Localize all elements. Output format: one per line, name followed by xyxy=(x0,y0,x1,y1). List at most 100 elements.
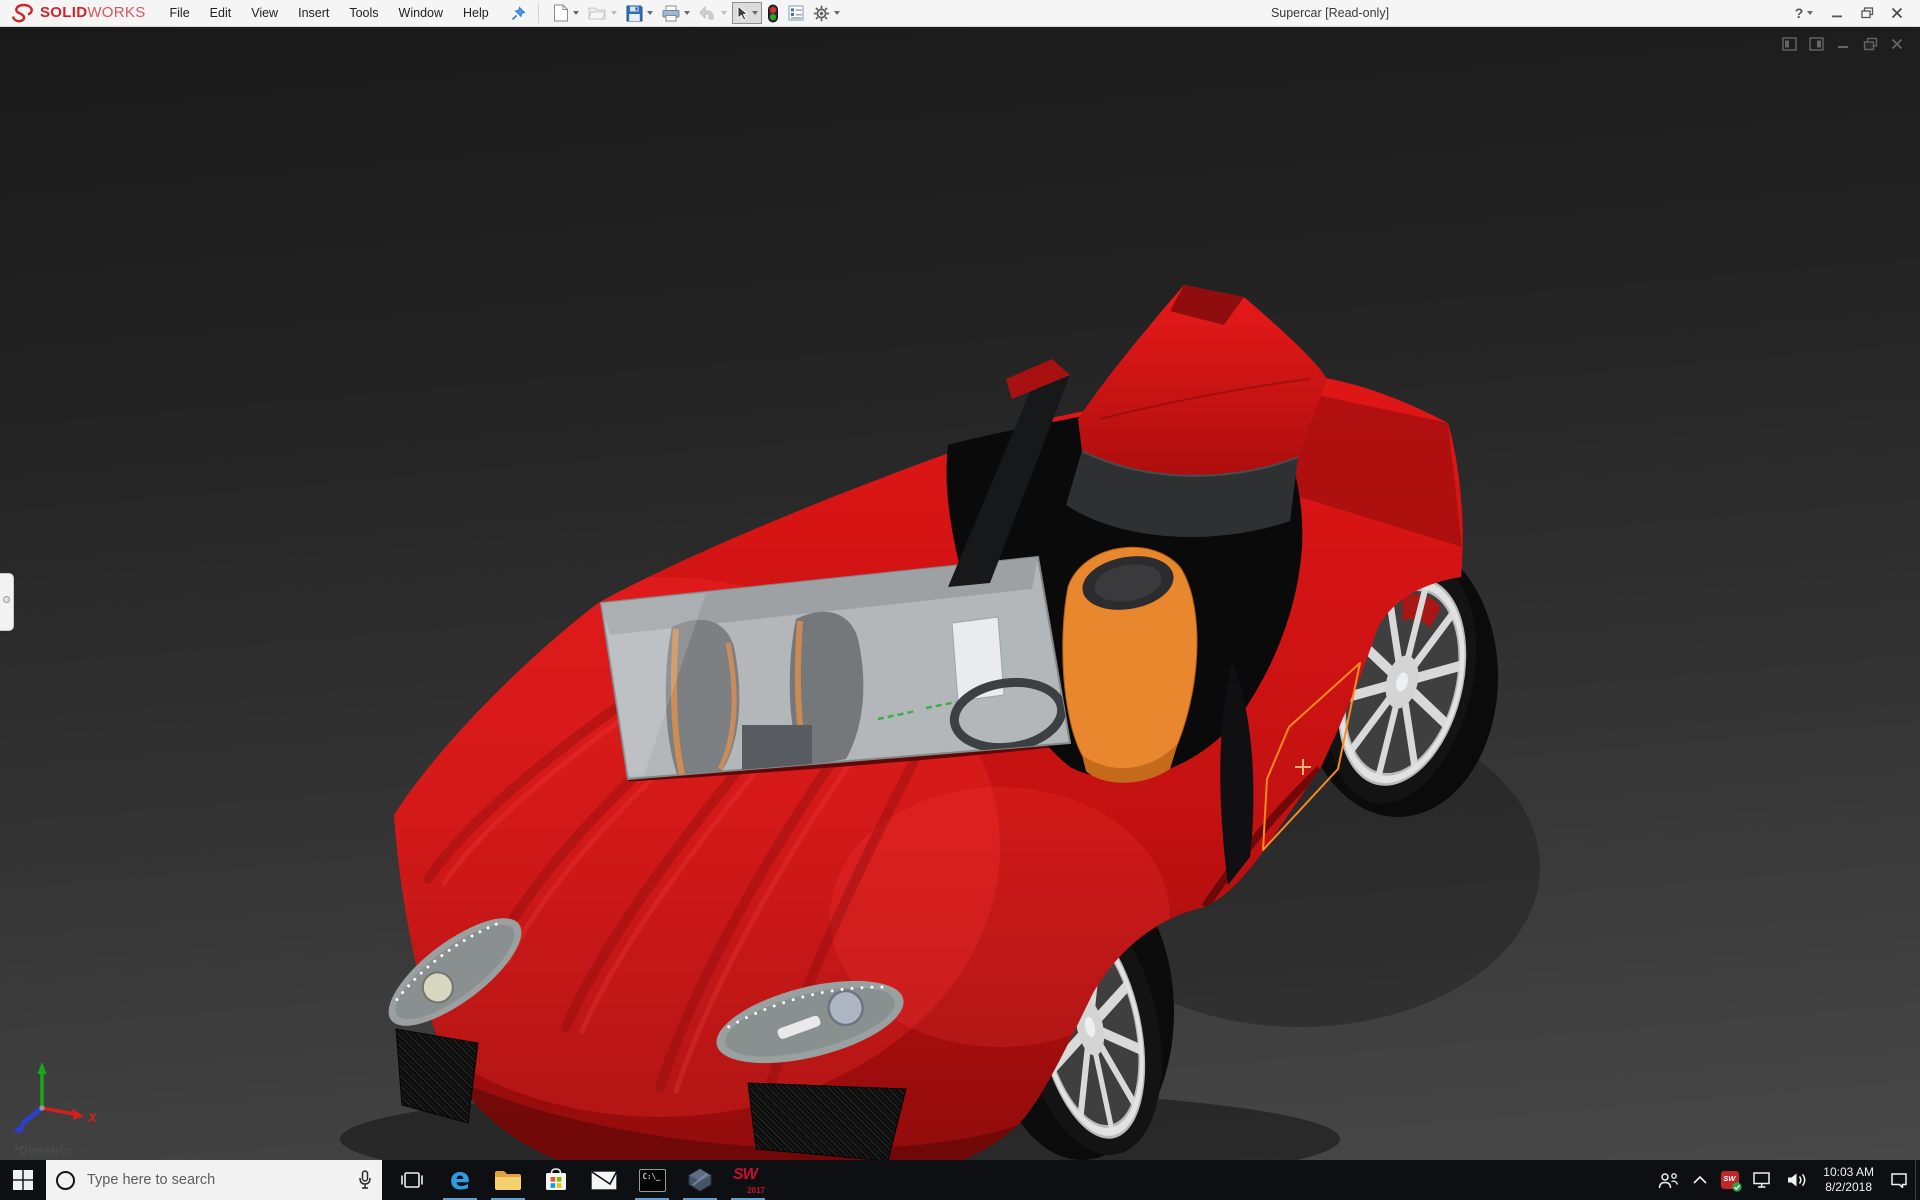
network-button[interactable] xyxy=(1746,1160,1780,1200)
restore-button[interactable] xyxy=(1852,1,1882,25)
cortana-icon[interactable] xyxy=(56,1171,75,1190)
solidworks-tray-icon: SW xyxy=(1721,1171,1739,1189)
grille-left xyxy=(396,1029,478,1123)
menu-strip: File Edit View Insert Tools Window Help xyxy=(160,1,499,25)
menu-view[interactable]: View xyxy=(241,1,288,25)
options-dropdown-caret[interactable] xyxy=(834,11,840,15)
help-dropdown-caret[interactable] xyxy=(1807,11,1813,15)
edge-icon: e xyxy=(450,1167,470,1193)
pane-right-button[interactable] xyxy=(1807,35,1825,53)
minimize-button[interactable] xyxy=(1822,1,1852,25)
action-center-button[interactable] xyxy=(1883,1160,1915,1200)
save-button[interactable] xyxy=(622,2,657,25)
taskbar-command-prompt[interactable]: C:\_ xyxy=(628,1160,676,1200)
menu-file[interactable]: File xyxy=(160,1,200,25)
taskbar-file-explorer[interactable] xyxy=(484,1160,532,1200)
pane-left-button[interactable] xyxy=(1780,35,1798,53)
tray-time: 10:03 AM xyxy=(1823,1165,1874,1180)
help-button[interactable]: ? xyxy=(1786,5,1822,21)
taskbar-solidworks[interactable]: SW 2017 xyxy=(724,1160,772,1200)
car-body[interactable] xyxy=(320,285,1463,1160)
pushpin-icon xyxy=(511,6,526,21)
menu-window[interactable]: Window xyxy=(389,1,453,25)
new-dropdown-caret[interactable] xyxy=(573,11,579,15)
taskbar-apps: e xyxy=(388,1160,772,1200)
search-input[interactable] xyxy=(85,1171,348,1189)
view-orientation-label: *Dimetric xyxy=(14,1143,71,1158)
open-document-button[interactable] xyxy=(584,2,621,24)
undo-icon xyxy=(699,6,717,21)
mail-icon xyxy=(591,1171,617,1190)
edrawings-gem-icon xyxy=(687,1168,713,1192)
doc-minimize-button[interactable] xyxy=(1834,35,1852,53)
save-icon xyxy=(626,5,643,22)
taskbar-mail[interactable] xyxy=(580,1160,628,1200)
taskbar-edrawings[interactable] xyxy=(676,1160,724,1200)
traffic-light-icon xyxy=(767,4,779,23)
print-button[interactable] xyxy=(658,2,694,25)
grille-center xyxy=(748,1083,906,1160)
close-button[interactable] xyxy=(1882,1,1912,25)
hidden-icons-button[interactable] xyxy=(1686,1160,1714,1200)
taskbar-search[interactable] xyxy=(46,1160,382,1200)
volume-button[interactable] xyxy=(1780,1160,1814,1200)
new-document-button[interactable] xyxy=(549,1,583,25)
z-axis-arrow xyxy=(13,1121,25,1133)
task-view-button[interactable] xyxy=(388,1160,436,1200)
display-states-button[interactable] xyxy=(763,1,783,26)
solidworks-tray-button[interactable]: SW xyxy=(1714,1160,1746,1200)
x-axis-label: X xyxy=(87,1110,98,1125)
minimize-icon xyxy=(1831,7,1843,19)
microphone-icon[interactable] xyxy=(358,1170,372,1190)
menu-tools[interactable]: Tools xyxy=(339,1,388,25)
brand-works: WORKS xyxy=(87,4,145,21)
panel-flyout-tab[interactable] xyxy=(0,573,14,631)
options-button[interactable] xyxy=(809,2,844,25)
taskbar: e xyxy=(0,1160,1920,1200)
save-dropdown-caret[interactable] xyxy=(647,11,653,15)
document-window-controls xyxy=(1780,35,1906,53)
doc-close-icon xyxy=(1890,37,1904,51)
print-icon xyxy=(662,5,680,22)
graphics-area[interactable]: X xyxy=(0,27,1920,1160)
taskbar-clock[interactable]: 10:03 AM 8/2/2018 xyxy=(1814,1160,1883,1200)
undo-dropdown-caret[interactable] xyxy=(721,11,727,15)
menu-help[interactable]: Help xyxy=(453,1,499,25)
solidworks-2017-icon: SW 2017 xyxy=(731,1165,765,1195)
file-explorer-icon xyxy=(494,1169,522,1191)
ds-swoosh-icon xyxy=(10,3,36,23)
action-center-icon xyxy=(1890,1172,1908,1188)
y-axis-arrow xyxy=(38,1062,47,1074)
taskbar-store[interactable] xyxy=(532,1160,580,1200)
menu-insert[interactable]: Insert xyxy=(288,1,339,25)
doc-restore-button[interactable] xyxy=(1861,35,1879,53)
orientation-triad[interactable]: X xyxy=(13,1062,98,1133)
people-button[interactable] xyxy=(1651,1160,1686,1200)
solidworks-logo: SOLIDWORKS xyxy=(0,0,160,26)
doc-close-button[interactable] xyxy=(1888,35,1906,53)
people-icon xyxy=(1658,1172,1679,1189)
doc-restore-icon xyxy=(1863,37,1878,51)
taskbar-edge[interactable]: e xyxy=(436,1160,484,1200)
task-list-button[interactable] xyxy=(784,2,808,24)
green-check-icon xyxy=(1732,1182,1742,1192)
pin-menu-icon[interactable] xyxy=(509,4,528,23)
print-dropdown-caret[interactable] xyxy=(684,11,690,15)
pane-right-icon xyxy=(1809,37,1824,51)
show-desktop-button[interactable] xyxy=(1915,1160,1920,1200)
menu-edit[interactable]: Edit xyxy=(200,1,242,25)
open-document-icon xyxy=(588,5,607,21)
command-prompt-icon: C:\_ xyxy=(639,1169,666,1192)
supercar-model[interactable]: X xyxy=(0,27,1920,1160)
select-dropdown-caret[interactable] xyxy=(752,11,758,15)
undo-button[interactable] xyxy=(695,3,731,24)
start-button[interactable] xyxy=(0,1160,46,1200)
task-list-icon xyxy=(788,5,804,21)
select-tool-button[interactable] xyxy=(732,2,762,24)
store-icon xyxy=(544,1167,568,1193)
open-dropdown-caret[interactable] xyxy=(611,11,617,15)
window-controls: ? xyxy=(1786,1,1920,25)
new-document-icon xyxy=(553,4,569,22)
system-tray: SW 10:03 AM xyxy=(1651,1160,1920,1200)
menubar: SOLIDWORKS File Edit View Insert Tools W… xyxy=(0,0,1920,27)
